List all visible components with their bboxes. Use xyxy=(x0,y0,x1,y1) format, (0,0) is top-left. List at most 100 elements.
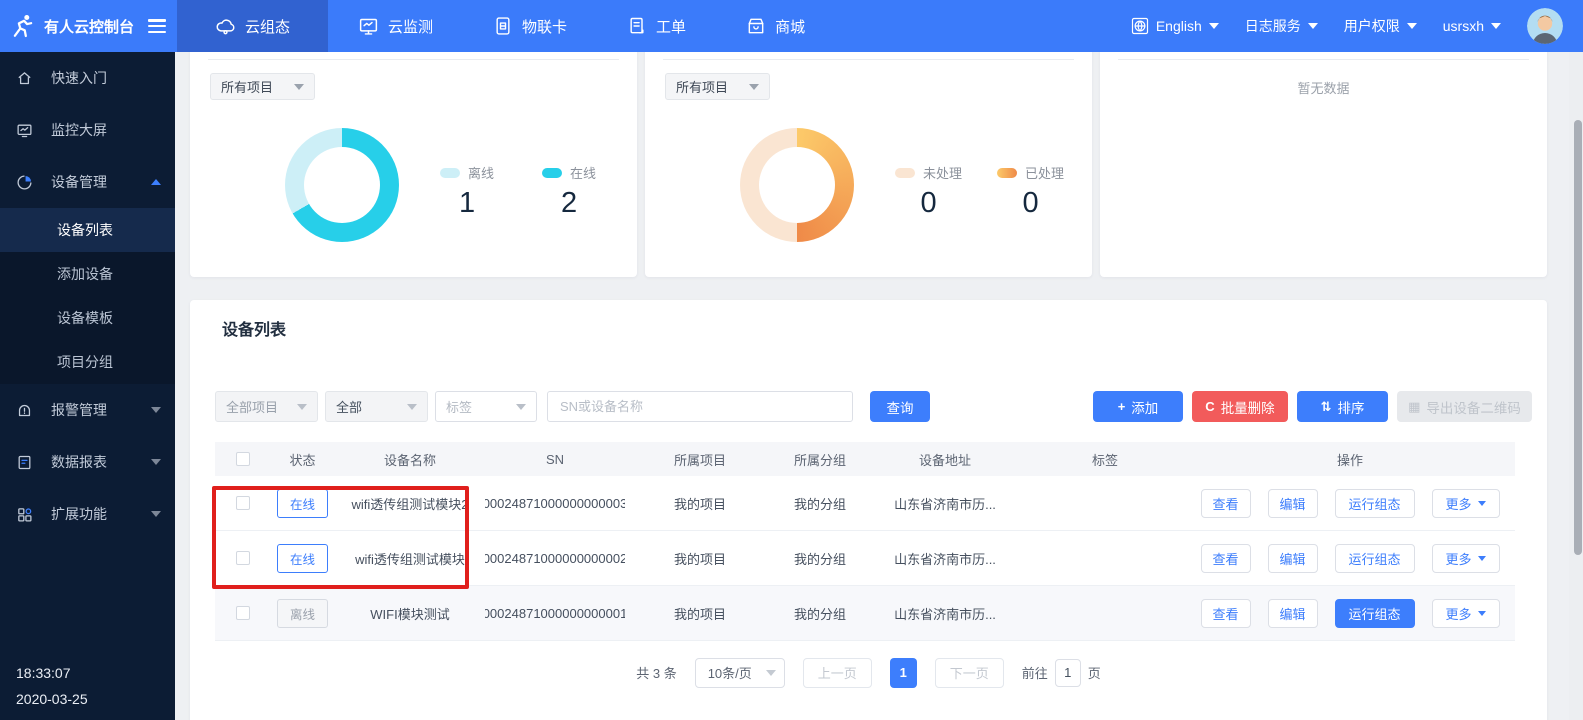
view-button[interactable]: 查看 xyxy=(1201,489,1251,518)
sidebar-item-device-template[interactable]: 设备模板 xyxy=(0,296,175,340)
tab-cloud-monitor[interactable]: 云监测 xyxy=(328,0,463,52)
chevron-down-icon xyxy=(151,407,161,413)
search-button[interactable]: 查询 xyxy=(870,391,930,422)
export-qrcode-button[interactable]: ▦导出设备二维码 xyxy=(1397,391,1532,422)
dashboard-screen-icon xyxy=(16,122,33,139)
goto-page-input[interactable] xyxy=(1055,659,1081,687)
run-scada-button[interactable]: 运行组态 xyxy=(1335,544,1415,573)
sidebar-item-device-mgmt[interactable]: 设备管理 xyxy=(0,156,175,208)
online-swatch xyxy=(542,168,562,178)
legend-handled: 已处理 0 xyxy=(997,163,1064,220)
filter-tag-select[interactable]: 标签 xyxy=(435,391,537,422)
col-header-address: 设备地址 xyxy=(865,450,1025,469)
sidebar-item-device-list[interactable]: 设备列表 xyxy=(0,208,175,252)
sidebar-item-extensions[interactable]: 扩展功能 xyxy=(0,488,175,540)
sort-arrows-icon: ⇅ xyxy=(1321,399,1332,415)
row-checkbox[interactable] xyxy=(236,606,250,620)
col-header-name: 设备名称 xyxy=(335,450,485,469)
sidebar-item-monitor-screen[interactable]: 监控大屏 xyxy=(0,104,175,156)
chevron-down-icon xyxy=(1209,23,1219,29)
tab-work-order[interactable]: 工单 xyxy=(597,0,716,52)
view-button[interactable]: 查看 xyxy=(1201,544,1251,573)
more-button[interactable]: 更多 xyxy=(1432,599,1500,628)
filter-project-select[interactable]: 全部项目 xyxy=(215,391,318,422)
status-badge: 在线 xyxy=(277,544,328,573)
run-scada-button[interactable]: 运行组态 xyxy=(1335,599,1415,628)
table-row: 在线 wifi透传组测试模块2 00024871000000000003 我的项… xyxy=(215,476,1515,531)
tab-iot-card[interactable]: 物联卡 xyxy=(463,0,597,52)
device-sn: 00024871000000000002 xyxy=(485,551,625,566)
col-header-project: 所属项目 xyxy=(625,450,775,469)
more-button[interactable]: 更多 xyxy=(1432,489,1500,518)
sidebar-item-project-group[interactable]: 项目分组 xyxy=(0,340,175,384)
tab-mall[interactable]: 商城 xyxy=(716,0,835,52)
prev-page-button[interactable]: 上一页 xyxy=(803,658,872,688)
row-checkbox[interactable] xyxy=(236,496,250,510)
usr-cloud-console: 有人云控制台 云组态 云监测 物联卡 xyxy=(0,0,1583,720)
more-button[interactable]: 更多 xyxy=(1432,544,1500,573)
project-filter-select[interactable]: 所有项目 xyxy=(665,73,770,100)
alarm-status-donut-chart xyxy=(740,128,854,242)
menu-toggle-icon[interactable] xyxy=(148,19,166,33)
device-project: 我的项目 xyxy=(625,549,775,568)
no-data-text: 暂无数据 xyxy=(1100,78,1547,97)
next-page-button[interactable]: 下一页 xyxy=(935,658,1004,688)
batch-delete-button[interactable]: C批量删除 xyxy=(1192,391,1288,422)
language-menu[interactable]: English xyxy=(1131,17,1219,35)
add-device-button[interactable]: +添加 xyxy=(1093,391,1183,422)
clock-time: 18:33:07 xyxy=(16,660,88,686)
store-icon xyxy=(746,16,766,36)
sidebar-item-quick-start[interactable]: 快速入门 xyxy=(0,52,175,104)
topbar-right: English 日志服务 用户权限 usrsxh xyxy=(1131,8,1583,44)
tab-cloud-scada[interactable]: 云组态 xyxy=(177,0,328,52)
run-scada-button[interactable]: 运行组态 xyxy=(1335,489,1415,518)
chevron-down-icon xyxy=(766,670,776,676)
avatar[interactable] xyxy=(1527,8,1563,44)
sidebar: 快速入门 监控大屏 设备管理 设备列表 添加设备 设备模板 项目分组 xyxy=(0,52,175,720)
chevron-down-icon xyxy=(294,84,304,90)
row-checkbox[interactable] xyxy=(236,551,250,565)
sidebar-item-add-device[interactable]: 添加设备 xyxy=(0,252,175,296)
page-number-1[interactable]: 1 xyxy=(890,658,917,688)
chevron-down-icon xyxy=(1478,501,1486,506)
document-icon xyxy=(627,16,647,36)
report-icon xyxy=(16,454,33,471)
device-name: WIFI模块测试 xyxy=(335,604,485,623)
log-service-menu[interactable]: 日志服务 xyxy=(1245,16,1318,36)
offline-count: 1 xyxy=(459,187,475,220)
goto-page: 前往 页 xyxy=(1022,659,1101,687)
scrollbar-thumb[interactable] xyxy=(1574,120,1582,555)
scrollbar-track xyxy=(1569,52,1583,720)
sort-button[interactable]: ⇅排序 xyxy=(1297,391,1388,422)
filter-status-select[interactable]: 全部 xyxy=(325,391,428,422)
chevron-down-icon xyxy=(151,511,161,517)
project-filter-select[interactable]: 所有项目 xyxy=(210,73,315,100)
device-group: 我的分组 xyxy=(775,549,865,568)
username-menu[interactable]: usrsxh xyxy=(1443,18,1501,34)
user-permission-menu[interactable]: 用户权限 xyxy=(1344,16,1417,36)
chevron-down-icon xyxy=(151,459,161,465)
edit-button[interactable]: 编辑 xyxy=(1268,544,1318,573)
empty-data-card: 暂无数据 xyxy=(1100,38,1547,277)
view-button[interactable]: 查看 xyxy=(1201,599,1251,628)
chevron-up-icon xyxy=(151,179,161,185)
col-header-sn: SN xyxy=(485,452,625,467)
divider xyxy=(663,59,1074,60)
page-size-select[interactable]: 10条/页 xyxy=(695,658,785,688)
sidebar-clock: 18:33:07 2020-03-25 xyxy=(16,660,88,712)
alarm-status-card: 所有项目 未处理 0 已处理 0 xyxy=(645,38,1092,277)
sidebar-item-alarm-mgmt[interactable]: 报警管理 xyxy=(0,384,175,436)
edit-button[interactable]: 编辑 xyxy=(1268,489,1318,518)
plus-icon: + xyxy=(1118,399,1126,414)
device-group: 我的分组 xyxy=(775,494,865,513)
sidebar-item-data-report[interactable]: 数据报表 xyxy=(0,436,175,488)
select-all-checkbox[interactable] xyxy=(236,452,250,466)
sim-card-icon xyxy=(493,16,513,36)
top-nav-tabs: 云组态 云监测 物联卡 工单 xyxy=(177,0,835,52)
edit-button[interactable]: 编辑 xyxy=(1268,599,1318,628)
handled-count: 0 xyxy=(1022,187,1038,220)
table-row: 离线 WIFI模块测试 00024871000000000001 我的项目 我的… xyxy=(215,586,1515,641)
search-input[interactable] xyxy=(547,391,853,422)
pie-chart-icon xyxy=(16,174,33,191)
handled-swatch xyxy=(997,168,1017,178)
